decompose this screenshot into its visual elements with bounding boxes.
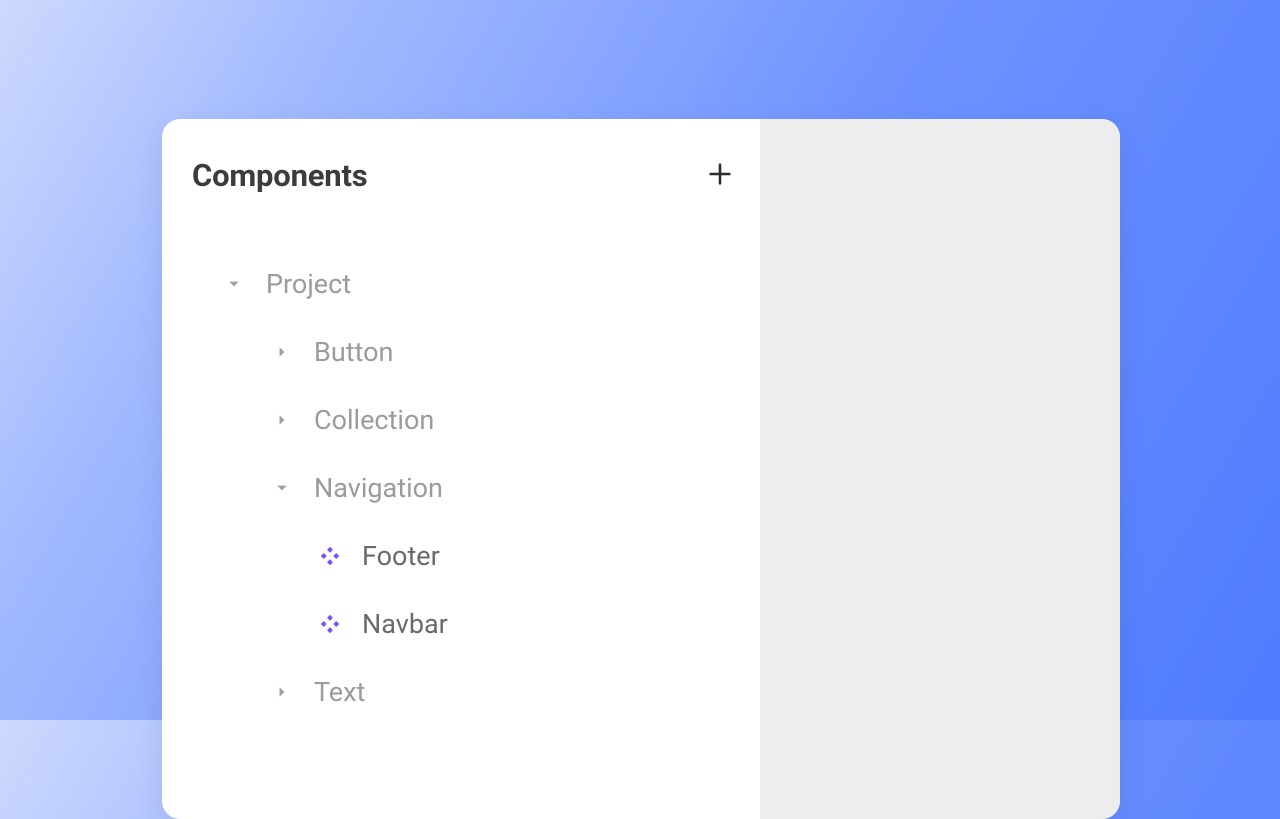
plus-icon: [706, 160, 734, 188]
tree-folder-text[interactable]: Text: [194, 658, 740, 726]
caret-down-icon: [272, 482, 292, 494]
component-tree: Project Button Collection Navigation: [192, 250, 740, 726]
tree-item-footer[interactable]: Footer: [194, 522, 740, 590]
components-sidebar: Components Project Button: [162, 119, 760, 819]
tree-item-label: Footer: [362, 540, 440, 572]
tree-folder-project[interactable]: Project: [194, 250, 740, 318]
panel-title: Components: [192, 157, 367, 194]
caret-right-icon: [272, 414, 292, 426]
tree-folder-label: Collection: [314, 404, 434, 436]
tree-item-label: Navbar: [362, 608, 448, 640]
panel-header: Components: [192, 157, 740, 194]
tree-folder-label: Button: [314, 336, 393, 368]
detail-pane: [760, 119, 1120, 819]
tree-folder-navigation[interactable]: Navigation: [194, 454, 740, 522]
components-panel: Components Project Button: [162, 119, 1120, 819]
component-icon: [320, 545, 340, 567]
tree-folder-label: Navigation: [314, 472, 443, 504]
tree-folder-collection[interactable]: Collection: [194, 386, 740, 454]
tree-folder-label: Text: [314, 676, 365, 708]
tree-folder-label: Project: [266, 268, 351, 300]
caret-right-icon: [272, 686, 292, 698]
caret-right-icon: [272, 346, 292, 358]
component-icon: [320, 613, 340, 635]
tree-folder-button[interactable]: Button: [194, 318, 740, 386]
tree-item-navbar[interactable]: Navbar: [194, 590, 740, 658]
caret-down-icon: [224, 278, 244, 290]
add-component-button[interactable]: [706, 160, 734, 192]
